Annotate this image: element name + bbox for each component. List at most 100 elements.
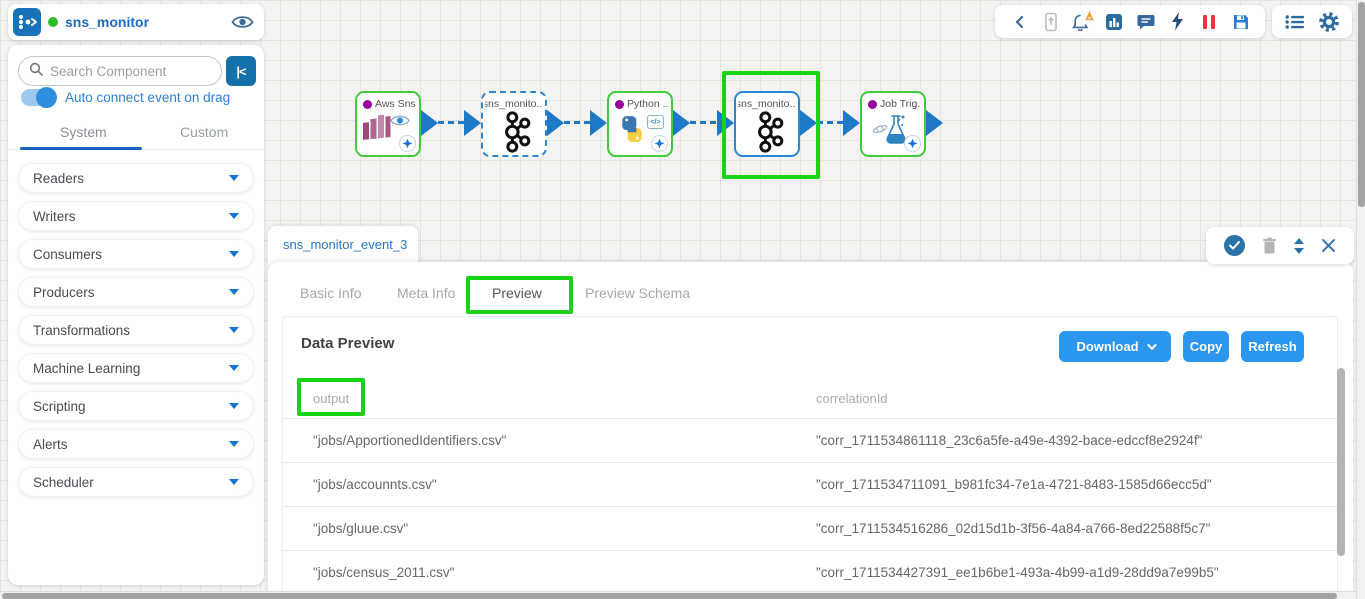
node-python[interactable]: Python ... </> <box>607 91 673 157</box>
auto-connect-toggle[interactable] <box>21 87 57 108</box>
sidebar-item-consumers[interactable]: Consumers <box>18 239 254 269</box>
table-row[interactable]: "jobs/gluue.csv" "corr_1711534516286_02d… <box>283 507 1337 551</box>
chevron-down-icon <box>229 365 239 371</box>
edge-arrow <box>590 110 607 136</box>
node-label: sns_monito... <box>738 98 796 110</box>
resize-panel-icon[interactable] <box>1293 237 1304 254</box>
cell-correlationid: "corr_1711534516286_02d15d1b-3f56-4a84-a… <box>816 521 1211 536</box>
save-icon[interactable] <box>1229 10 1253 34</box>
tab-custom[interactable]: Custom <box>180 124 228 140</box>
tab-preview-schema[interactable]: Preview Schema <box>585 285 690 301</box>
python-icon <box>618 115 646 148</box>
chevron-down-icon <box>1146 340 1157 351</box>
sidebar-tabs: System Custom <box>8 121 264 150</box>
sidebar-item-scheduler[interactable]: Scheduler <box>18 467 254 497</box>
cell-output: "jobs/accounnts.csv" <box>313 477 437 492</box>
cell-correlationid: "corr_1711534427391_ee1b6be1-493a-4b99-a… <box>816 565 1219 580</box>
node-job-trigger[interactable]: Job Trig... <box>860 91 926 157</box>
node-aws-sns[interactable]: Aws Sns... <box>355 91 421 157</box>
edge-arrow <box>843 110 860 136</box>
kafka-icon <box>499 110 531 159</box>
component-inspector-panel: Basic Info Meta Info Preview Preview Sch… <box>268 262 1353 599</box>
refresh-button[interactable]: Refresh <box>1241 331 1304 362</box>
chevron-down-icon <box>229 213 239 219</box>
table-row[interactable]: "jobs/census_2011.csv" "corr_17115344273… <box>283 551 1337 595</box>
alarm-bell-icon[interactable] <box>1070 10 1095 34</box>
tab-basic-info[interactable]: Basic Info <box>300 285 361 301</box>
edge-line <box>817 121 843 124</box>
device-upload-icon[interactable] <box>1039 10 1063 34</box>
table-row[interactable]: "jobs/accounnts.csv" "corr_1711534711091… <box>283 463 1337 507</box>
tab-meta-info[interactable]: Meta Info <box>397 285 455 301</box>
validate-check-icon[interactable] <box>1224 235 1246 256</box>
close-icon[interactable] <box>1321 238 1336 253</box>
tab-system[interactable]: System <box>60 124 107 140</box>
sidebar-item-producers[interactable]: Producers <box>18 277 254 307</box>
node-label: sns_monito... <box>485 98 543 110</box>
copy-button[interactable]: Copy <box>1183 331 1229 362</box>
search-input[interactable] <box>50 63 200 79</box>
auto-connect-label: Auto connect event on drag <box>65 90 231 105</box>
pipeline-header: sns_monitor <box>8 4 264 40</box>
sidebar-item-writers[interactable]: Writers <box>18 201 254 231</box>
list-view-icon[interactable] <box>1283 10 1307 34</box>
node-label: Job Trig... <box>880 98 921 110</box>
tab-preview[interactable]: Preview <box>492 285 542 301</box>
section-title: Data Preview <box>301 335 395 352</box>
pause-icon[interactable] <box>1197 10 1221 34</box>
scrollbar-thumb[interactable] <box>1337 368 1345 556</box>
panel-action-toolbar <box>1206 227 1354 264</box>
code-badge-icon: </> <box>647 115 664 129</box>
metrics-chart-icon[interactable] <box>1102 10 1126 34</box>
channel-dot <box>615 99 624 109</box>
settings-gear-icon[interactable] <box>1317 10 1341 34</box>
page-horizontal-scrollbar[interactable] <box>0 591 1356 599</box>
page-vertical-scrollbar[interactable] <box>1356 0 1365 599</box>
chevron-down-icon <box>229 175 239 181</box>
download-button[interactable]: Download <box>1059 331 1171 362</box>
node-label: Python ... <box>627 98 668 110</box>
sidebar-item-transformations[interactable]: Transformations <box>18 315 254 345</box>
view-settings-toolbar <box>1272 5 1352 38</box>
view-pipeline-eye-icon[interactable] <box>231 14 254 30</box>
sidebar-collapse-button[interactable]: |< <box>226 56 256 86</box>
pipeline-title: sns_monitor <box>65 14 150 30</box>
sidebar-item-machine-learning[interactable]: Machine Learning <box>18 353 254 383</box>
chevron-left-icon[interactable] <box>1007 10 1031 34</box>
pipeline-editor: sns_monitor |< Auto connect event on dra… <box>0 0 1365 599</box>
edge-arrow <box>421 110 438 136</box>
cell-correlationid: "corr_1711534861118_23c6a5fe-a49e-4392-b… <box>816 433 1203 448</box>
scrollbar-thumb[interactable] <box>1358 2 1365 207</box>
cell-output: "jobs/census_2011.csv" <box>313 565 455 580</box>
comments-icon[interactable] <box>1134 10 1158 34</box>
edge-line <box>690 121 716 124</box>
edge-line <box>564 121 590 124</box>
column-header-output: output <box>313 391 350 406</box>
node-sns-monitor-event-3[interactable]: sns_monito... <box>734 91 800 157</box>
chevron-down-icon <box>229 289 239 295</box>
edge-line <box>438 121 464 124</box>
node-sns-monitor-event[interactable]: sns_monito... <box>481 91 547 157</box>
auto-connect-row: Auto connect event on drag <box>21 87 231 108</box>
panel-scrollbar[interactable] <box>1337 322 1346 592</box>
chevron-down-icon <box>229 479 239 485</box>
channel-dot <box>868 99 877 109</box>
cell-correlationid: "corr_1711534711091_b981fc34-7e1a-4721-8… <box>816 477 1212 492</box>
edge-arrow <box>926 110 943 136</box>
table-row[interactable]: "jobs/ApportionedIdentifiers.csv" "corr_… <box>283 419 1337 463</box>
pipeline-status-dot <box>48 17 58 27</box>
trigger-bolt-icon[interactable] <box>1166 10 1190 34</box>
table-header: output correlationId <box>283 379 1337 419</box>
sidebar-item-alerts[interactable]: Alerts <box>18 429 254 459</box>
active-tab-underline <box>20 147 142 150</box>
edge-arrow <box>547 110 564 136</box>
event-tab-sns-monitor-event-3[interactable]: sns_monitor_event_3 <box>268 226 418 266</box>
cell-output: "jobs/gluue.csv" <box>313 521 409 536</box>
aws-sns-icon <box>362 109 394 150</box>
spark-engine-icon <box>399 135 416 152</box>
scrollbar-thumb[interactable] <box>2 593 1337 599</box>
sidebar-item-readers[interactable]: Readers <box>18 163 254 193</box>
cell-output: "jobs/ApportionedIdentifiers.csv" <box>313 433 507 448</box>
sidebar-item-scripting[interactable]: Scripting <box>18 391 254 421</box>
delete-trash-icon[interactable] <box>1262 237 1277 254</box>
